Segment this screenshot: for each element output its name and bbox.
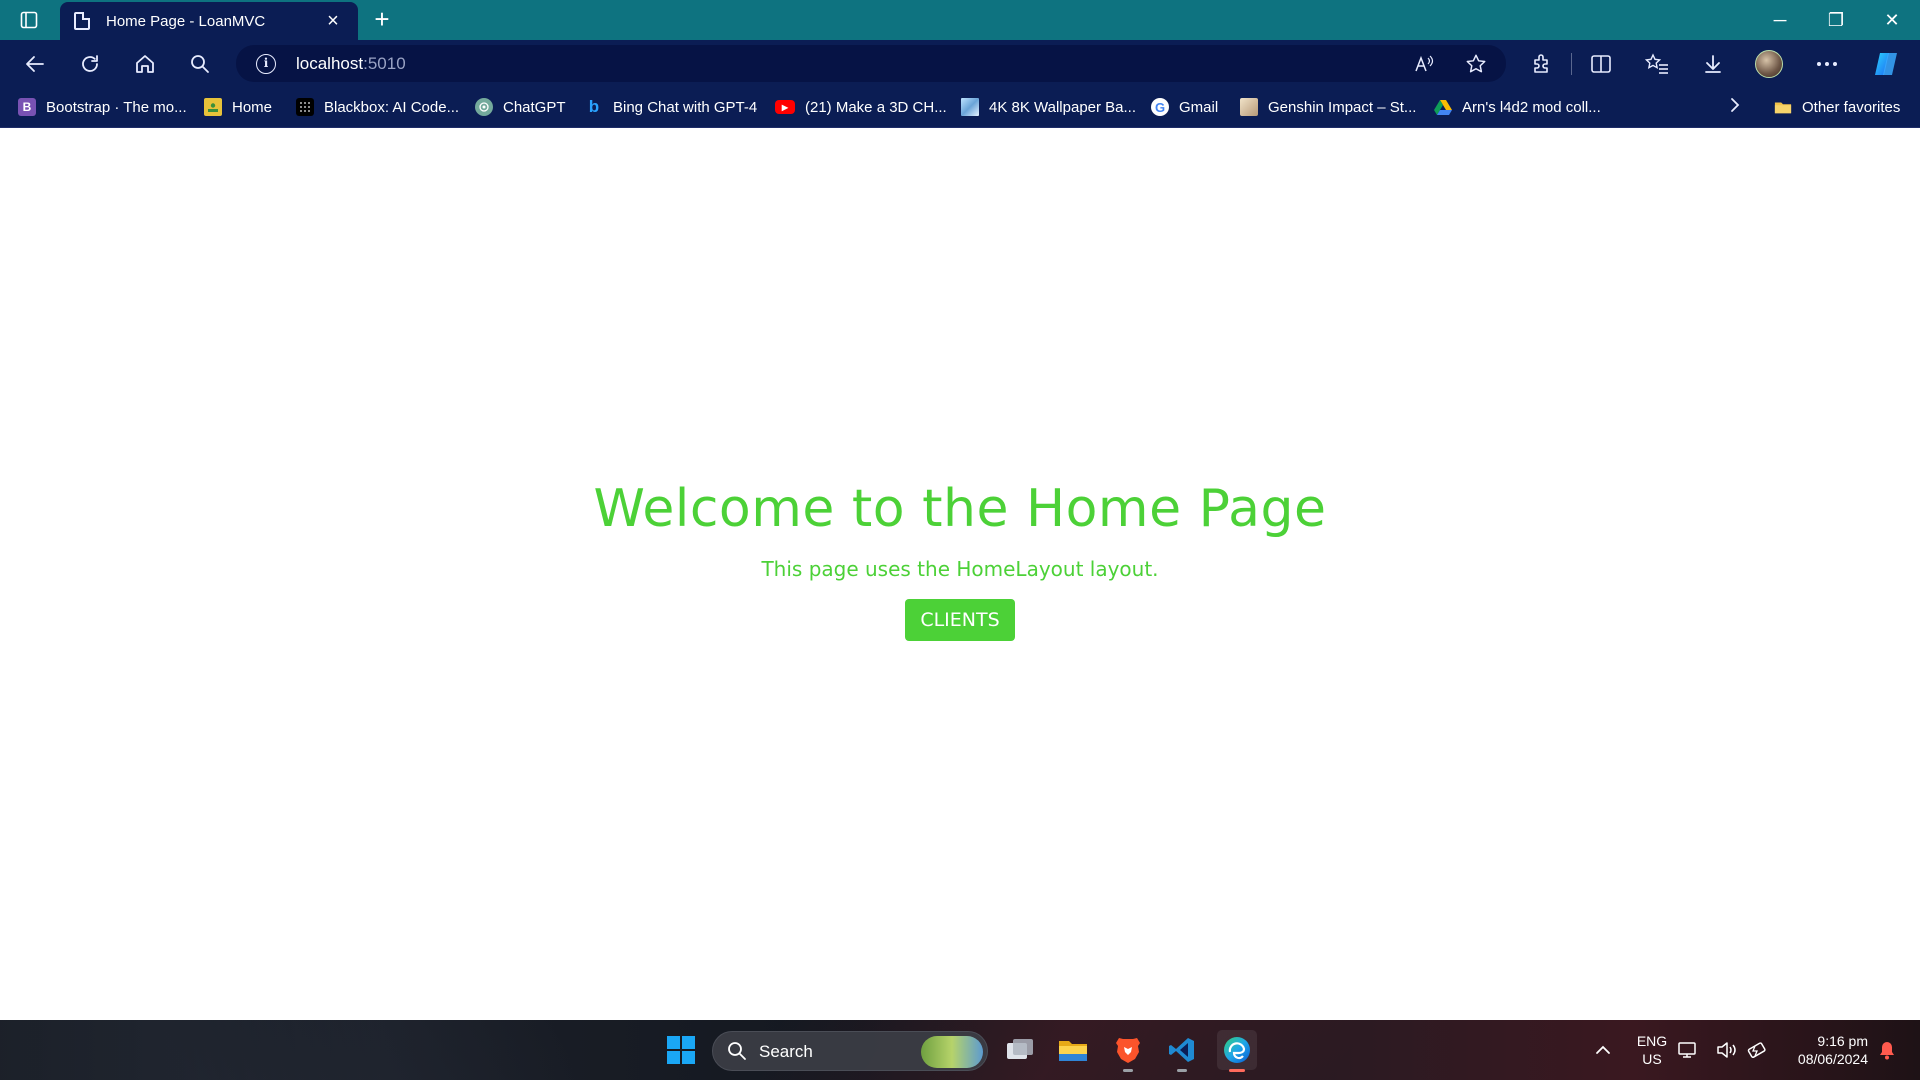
downloads-icon[interactable] (1698, 49, 1728, 79)
taskbar-search[interactable]: Search (712, 1031, 988, 1071)
favorite-bing-chat[interactable]: b Bing Chat with GPT-4 (585, 95, 757, 119)
favorites-list-icon[interactable] (1642, 49, 1672, 79)
toolbar-divider (1571, 53, 1572, 75)
running-indicator (1177, 1069, 1187, 1072)
other-favorites-label: Other favorites (1802, 98, 1901, 116)
favorite-gmail[interactable]: G Gmail (1151, 95, 1218, 119)
input-language[interactable]: ENG US (1636, 1032, 1668, 1068)
taskbar-search-icon (727, 1041, 747, 1066)
close-window-button[interactable]: ✕ (1864, 0, 1920, 40)
favorite-label: Blackbox: AI Code... (324, 98, 460, 116)
split-screen-icon[interactable] (1586, 49, 1616, 79)
tab-home-page[interactable]: Home Page - LoanMVC × (60, 2, 358, 40)
notifications-bell-icon[interactable] (1872, 1030, 1902, 1070)
back-icon[interactable] (20, 49, 50, 79)
task-view-button[interactable] (1000, 1030, 1040, 1070)
refresh-icon[interactable] (75, 49, 105, 79)
start-button[interactable] (661, 1030, 701, 1070)
read-aloud-icon[interactable] (1412, 52, 1436, 76)
restore-button[interactable]: ❐ (1808, 0, 1864, 40)
clients-button[interactable]: CLIENTS (905, 599, 1015, 641)
favorite-bootstrap[interactable]: B Bootstrap · The mo... (18, 95, 187, 119)
hero-section: Welcome to the Home Page This page uses … (0, 479, 1920, 641)
clock-time: 9:16 pm (1817, 1033, 1868, 1049)
show-hidden-icons-chevron-icon[interactable] (1583, 1030, 1623, 1070)
more-favorites-chevron-icon[interactable] (1728, 95, 1742, 121)
page-title: Welcome to the Home Page (593, 479, 1327, 539)
region-code: US (1642, 1051, 1662, 1067)
favorite-label: Bing Chat with GPT-4 (613, 98, 758, 116)
google-icon: G (1151, 98, 1169, 116)
vscode-icon[interactable] (1162, 1030, 1202, 1072)
favorite-blackbox[interactable]: Blackbox: AI Code... (296, 95, 459, 119)
genshin-icon (1240, 98, 1258, 116)
browser-tab-bar: Home Page - LoanMVC × + ─ ❐ ✕ (0, 0, 1920, 40)
tab-close-icon[interactable]: × (322, 11, 344, 31)
volume-icon[interactable] (1715, 1030, 1739, 1070)
network-icon[interactable] (1676, 1030, 1700, 1070)
more-options-icon[interactable] (1812, 49, 1842, 79)
tab-title: Home Page - LoanMVC (106, 12, 266, 30)
url-port: :5010 (363, 54, 406, 73)
favorites-bar: B Bootstrap · The mo... Home Blackbox: A… (0, 87, 1920, 128)
address-bar[interactable]: i localhost:5010 (236, 45, 1506, 82)
favorite-label: ChatGPT (503, 98, 566, 116)
favorite-youtube[interactable]: ▶ (21) Make a 3D CH... (775, 95, 947, 119)
extensions-icon[interactable] (1527, 49, 1557, 79)
minimize-button[interactable]: ─ (1752, 0, 1808, 40)
edge-browser-icon[interactable] (1217, 1030, 1257, 1072)
blackbox-icon (296, 98, 314, 116)
favorite-label: Genshin Impact – St... (1268, 98, 1417, 116)
bing-icon: b (588, 97, 600, 116)
favorite-label: Bootstrap · The mo... (46, 98, 187, 116)
active-indicator (1229, 1069, 1245, 1072)
address-url[interactable]: localhost:5010 (296, 54, 406, 74)
site-info-icon[interactable]: i (256, 54, 276, 74)
bootstrap-icon: B (18, 98, 36, 116)
favorite-label: (21) Make a 3D CH... (805, 98, 947, 116)
url-host: localhost (296, 54, 364, 73)
favorite-genshin[interactable]: Genshin Impact – St... (1240, 95, 1416, 119)
page-favicon-icon (74, 12, 90, 30)
favorite-wallpaper[interactable]: 4K 8K Wallpaper Ba... (961, 95, 1136, 119)
copilot-icon[interactable] (1871, 49, 1901, 79)
file-explorer-icon[interactable] (1053, 1030, 1093, 1070)
page-viewport: Welcome to the Home Page This page uses … (0, 129, 1920, 1020)
running-indicator (1123, 1069, 1133, 1072)
new-tab-button[interactable]: + (368, 6, 396, 34)
home-page-icon (204, 98, 222, 116)
taskbar-search-label: Search (759, 1042, 813, 1061)
favorite-label: Arn's l4d2 mod coll... (1462, 98, 1601, 116)
favorite-star-icon[interactable] (1464, 52, 1488, 76)
favorite-label: Home (232, 98, 273, 116)
language-code: ENG (1636, 1033, 1668, 1049)
page-subtitle: This page uses the HomeLayout layout. (761, 557, 1159, 581)
browser-toolbar: i localhost:5010 (0, 40, 1920, 87)
home-icon[interactable] (130, 49, 160, 79)
clock-date: 08/06/2024 (1797, 1051, 1868, 1067)
other-favorites-folder[interactable]: Other favorites (1774, 95, 1900, 119)
windows-taskbar: Search ENG US 9:16 pm 08/06/2024 (0, 1020, 1920, 1080)
google-drive-icon (1434, 98, 1452, 116)
wallpaper-icon (961, 98, 979, 116)
youtube-icon: ▶ (775, 100, 795, 114)
profile-avatar[interactable] (1755, 50, 1783, 78)
tab-actions-icon[interactable] (14, 8, 44, 32)
chatgpt-icon (475, 98, 493, 116)
battery-icon[interactable] (1745, 1030, 1769, 1070)
search-icon[interactable] (185, 49, 215, 79)
search-highlight-image (921, 1036, 983, 1068)
favorite-home[interactable]: Home (204, 95, 272, 119)
favorite-label: 4K 8K Wallpaper Ba... (989, 98, 1137, 116)
favorite-chatgpt[interactable]: ChatGPT (475, 95, 566, 119)
taskbar-clock[interactable]: 9:16 pm 08/06/2024 (1782, 1032, 1868, 1068)
favorite-l4d2-mods[interactable]: Arn's l4d2 mod coll... (1434, 95, 1601, 119)
favorite-label: Gmail (1179, 98, 1219, 116)
folder-icon (1774, 98, 1792, 116)
brave-browser-icon[interactable] (1108, 1030, 1148, 1072)
